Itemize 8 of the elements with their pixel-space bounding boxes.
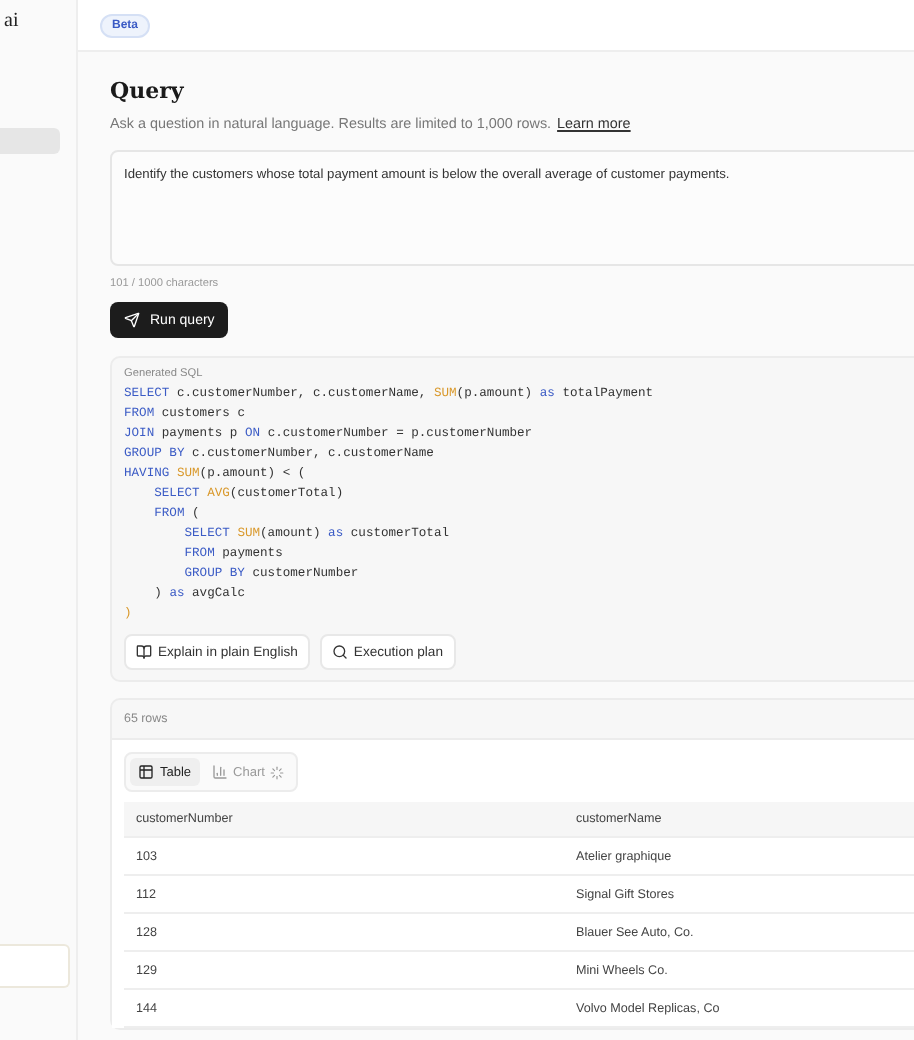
loading-spinner-icon xyxy=(270,765,285,779)
send-icon xyxy=(124,312,140,328)
bar-chart-icon xyxy=(211,764,228,780)
search-icon xyxy=(331,644,348,660)
table-icon xyxy=(138,764,154,780)
page-title: Query xyxy=(110,78,186,104)
book-icon xyxy=(136,644,152,660)
brand-name: ai xyxy=(4,10,21,36)
